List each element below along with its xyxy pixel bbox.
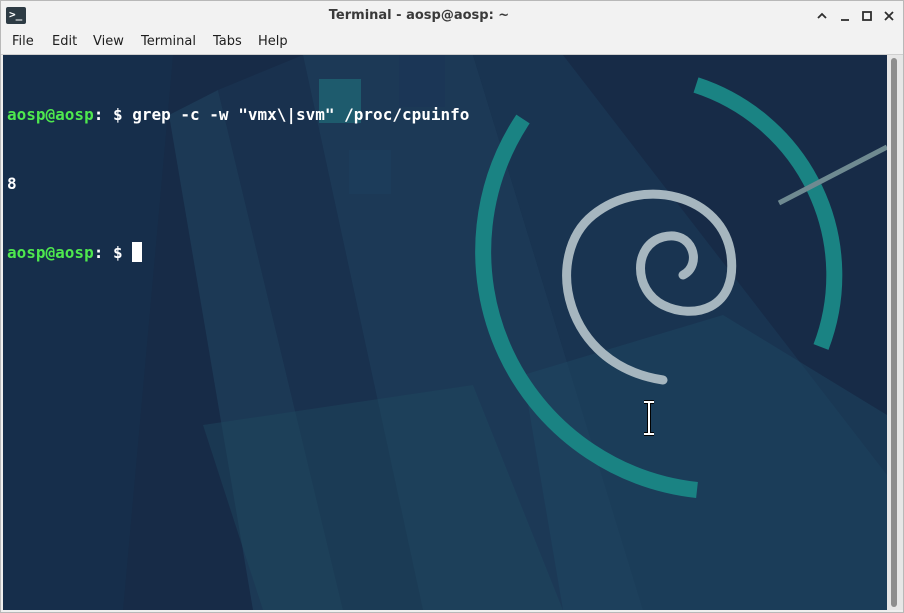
terminal-window: >_ Terminal - aosp@aosp: ~ File Edit Vie… <box>0 0 904 613</box>
terminal-line: 8 <box>7 172 469 195</box>
close-icon[interactable] <box>881 8 897 24</box>
ibeam-mouse-cursor-icon <box>644 400 654 436</box>
window-title: Terminal - aosp@aosp: ~ <box>328 8 510 23</box>
vertical-scrollbar[interactable] <box>887 55 903 610</box>
prompt-user-host: aosp@aosp <box>7 105 94 124</box>
command-output: 8 <box>7 174 17 193</box>
menu-edit[interactable]: Edit <box>52 31 77 54</box>
prompt-separator: : $ <box>93 105 133 124</box>
menu-tabs[interactable]: Tabs <box>213 31 242 54</box>
text-cursor <box>132 242 143 262</box>
maximize-icon[interactable] <box>859 8 875 24</box>
chevron-up-icon[interactable] <box>814 8 830 24</box>
terminal-line: aosp@aosp: $ grep -c -w "vmx\|svm" /proc… <box>7 103 469 126</box>
terminal-line: aosp@aosp: $ <box>7 241 469 264</box>
minimize-icon[interactable] <box>837 8 853 24</box>
menu-file[interactable]: File <box>12 31 34 54</box>
menu-bar: File Edit View Terminal Tabs Help <box>1 31 903 55</box>
command-text: grep -c -w "vmx\|svm" /proc/cpuinfo <box>132 105 470 124</box>
menu-help[interactable]: Help <box>258 31 288 54</box>
title-bar[interactable]: >_ Terminal - aosp@aosp: ~ <box>1 1 903 31</box>
terminal-area[interactable]: aosp@aosp: $ grep -c -w "vmx\|svm" /proc… <box>3 55 887 610</box>
terminal-output: aosp@aosp: $ grep -c -w "vmx\|svm" /proc… <box>7 57 469 310</box>
scrollbar-thumb[interactable] <box>891 58 897 607</box>
prompt-user-host: aosp@aosp <box>7 243 94 262</box>
menu-view[interactable]: View <box>93 31 124 54</box>
menu-terminal[interactable]: Terminal <box>141 31 196 54</box>
prompt-separator: : $ <box>93 243 133 262</box>
